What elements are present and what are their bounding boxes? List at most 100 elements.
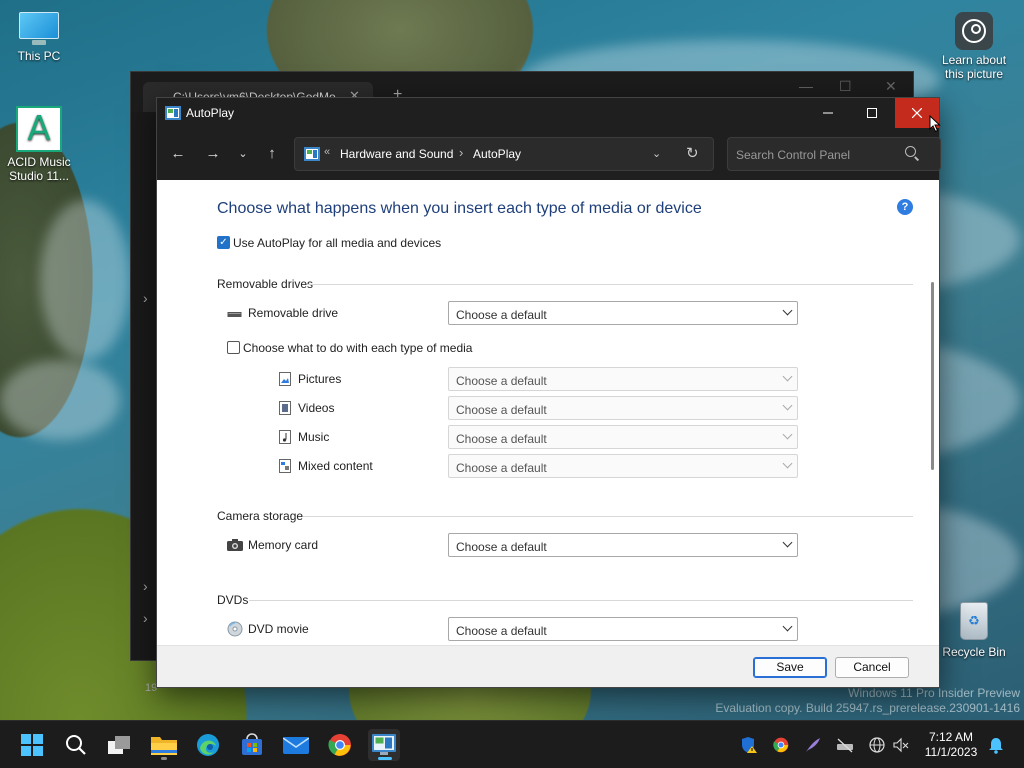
maximize-icon <box>867 108 877 118</box>
desktop-icon-recycle-bin[interactable]: ♻ Recycle Bin <box>936 598 1012 659</box>
per-media-type-label[interactable]: Choose what to do with each type of medi… <box>243 341 472 355</box>
videos-select[interactable]: Choose a default <box>448 396 798 420</box>
arrow-up-icon: ↑ <box>268 145 276 162</box>
windows-security-tray[interactable] <box>739 735 759 755</box>
forward-button[interactable]: → <box>200 142 226 166</box>
active-window-indicator <box>378 757 392 760</box>
chevron-down-icon <box>782 305 793 316</box>
use-autoplay-checkbox[interactable]: ✓ <box>217 236 230 249</box>
chevron-down-icon <box>782 621 793 632</box>
section-title-dvds: DVDs <box>217 593 249 607</box>
edge-button[interactable] <box>192 729 224 761</box>
desktop-icon-label: Learn about this picture <box>941 53 1007 81</box>
control-panel-icon <box>372 734 396 755</box>
store-button[interactable] <box>236 729 268 761</box>
breadcrumb-hardware-and-sound[interactable]: Hardware and Sound <box>340 147 453 161</box>
mail-button[interactable] <box>280 729 312 761</box>
section-divider <box>303 516 913 517</box>
bg-minimize-icon[interactable]: — <box>799 78 813 94</box>
breadcrumb-autoplay[interactable]: AutoPlay <box>473 147 521 161</box>
running-indicator <box>161 757 167 760</box>
vertical-scrollbar[interactable] <box>931 282 934 470</box>
dvd-movie-select[interactable]: Choose a default <box>448 617 798 641</box>
learn-about-picture-icon <box>955 12 993 50</box>
store-icon <box>242 733 262 755</box>
bg-maximize-icon[interactable]: ☐ <box>839 78 852 95</box>
videos-icon <box>279 401 291 415</box>
breadcrumb-separator[interactable]: › <box>459 145 463 160</box>
chevron-down-icon <box>782 458 793 469</box>
volume-tray[interactable] <box>891 735 911 755</box>
select-value: Choose a default <box>456 374 547 388</box>
desktop-icon-acid-music-studio[interactable]: A ACID Music Studio 11... <box>1 106 77 183</box>
refresh-icon[interactable]: ↻ <box>686 144 699 162</box>
search-box[interactable]: Search Control Panel <box>727 137 941 171</box>
system-clock[interactable]: 7:12 AM 11/1/2023 <box>918 730 984 760</box>
desktop-icon-learn-about-picture[interactable]: Learn about this picture <box>936 12 1012 81</box>
music-label: Music <box>298 430 330 444</box>
window-title: AutoPlay <box>186 106 235 120</box>
file-explorer-button[interactable] <box>148 729 180 761</box>
breadcrumb-overflow[interactable]: « <box>324 146 330 158</box>
folder-icon <box>151 737 177 755</box>
clock-date: 11/1/2023 <box>924 745 978 759</box>
recent-locations-button[interactable]: ⌄ <box>230 142 256 166</box>
search-icon <box>66 735 86 755</box>
address-history-chevron-down-icon[interactable]: ⌄ <box>652 147 661 160</box>
pictures-icon <box>279 372 291 386</box>
bg-close-icon[interactable]: ✕ <box>885 78 897 95</box>
chrome-button[interactable] <box>324 729 356 761</box>
network-drive-tray[interactable] <box>835 735 855 755</box>
chevron-right-icon[interactable]: › <box>143 290 148 306</box>
recycle-bin-icon: ♻ <box>954 598 994 642</box>
section-title-removable-drives: Removable drives <box>217 277 314 291</box>
task-view-button[interactable] <box>104 729 136 761</box>
select-value: Choose a default <box>456 540 547 554</box>
back-button[interactable]: ← <box>165 142 191 166</box>
removable-drive-select[interactable]: Choose a default <box>448 301 798 325</box>
insider-watermark-line1: Windows 11 Pro Insider Preview <box>848 686 1020 700</box>
help-icon[interactable]: ? <box>897 199 913 215</box>
pen-tray[interactable] <box>803 735 823 755</box>
drive-offline-icon <box>837 738 853 753</box>
minimize-button[interactable] <box>805 98 851 128</box>
per-media-type-checkbox[interactable] <box>227 341 240 354</box>
removable-drive-icon <box>227 312 242 317</box>
chrome-tray[interactable] <box>771 735 791 755</box>
title-bar[interactable]: AutoPlay <box>157 98 939 128</box>
address-bar[interactable]: « Hardware and Sound › AutoPlay ⌄ ↻ <box>294 137 714 171</box>
clock-time: 7:12 AM <box>928 730 974 744</box>
dvd-movie-label: DVD movie <box>248 622 309 636</box>
arrow-left-icon: ← <box>170 145 186 162</box>
music-select[interactable]: Choose a default <box>448 425 798 449</box>
start-button[interactable] <box>16 729 48 761</box>
page-heading: Choose what happens when you insert each… <box>217 200 702 217</box>
dialog-footer: Save Cancel <box>157 645 939 687</box>
notifications-button[interactable] <box>986 735 1006 755</box>
chevron-down-icon <box>782 429 793 440</box>
windows-logo-icon <box>21 734 43 756</box>
desktop-icon-label: ACID Music Studio 11... <box>7 155 71 183</box>
acid-app-icon: A <box>16 106 62 152</box>
desktop-icon-this-pc[interactable]: This PC <box>1 12 77 63</box>
desktop-icon-label: Recycle Bin <box>942 645 1006 659</box>
up-button[interactable]: ↑ <box>259 142 285 166</box>
cancel-button[interactable]: Cancel <box>835 657 909 678</box>
network-tray[interactable] <box>867 735 887 755</box>
chevron-right-icon[interactable]: › <box>143 578 148 594</box>
mixed-content-select[interactable]: Choose a default <box>448 454 798 478</box>
section-title-camera-storage: Camera storage <box>217 509 304 523</box>
pictures-select[interactable]: Choose a default <box>448 367 798 391</box>
control-panel-icon <box>165 106 181 120</box>
search-button[interactable] <box>60 729 92 761</box>
autoplay-window: AutoPlay ← → ⌄ ↑ « Hardware and Sound › … <box>156 97 941 688</box>
control-panel-taskbar-button[interactable] <box>368 729 400 761</box>
memory-card-select[interactable]: Choose a default <box>448 533 798 557</box>
maximize-button[interactable] <box>849 98 895 128</box>
shield-warning-icon <box>742 737 757 753</box>
chevron-down-icon <box>782 400 793 411</box>
use-autoplay-label[interactable]: Use AutoPlay for all media and devices <box>233 236 441 250</box>
save-button[interactable]: Save <box>753 657 827 678</box>
bell-icon <box>989 737 1003 754</box>
chevron-right-icon[interactable]: › <box>143 610 148 626</box>
